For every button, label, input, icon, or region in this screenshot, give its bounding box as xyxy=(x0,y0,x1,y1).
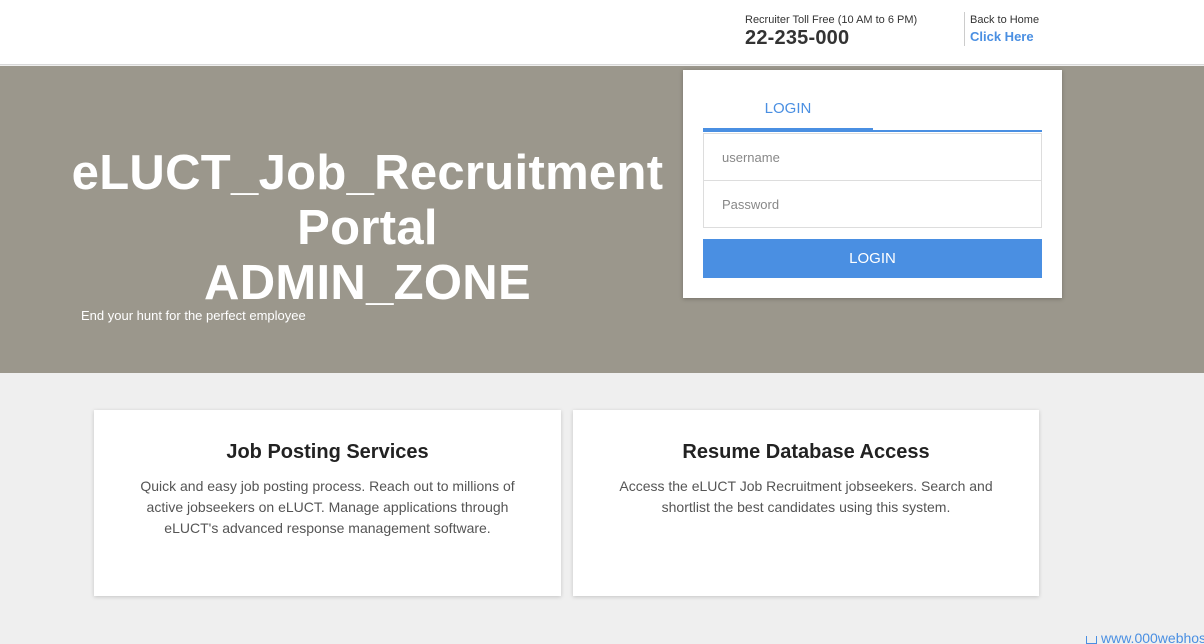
hero-title-line1: eLUCT_Job_Recruitment xyxy=(71,146,664,200)
username-input[interactable] xyxy=(703,133,1042,181)
service-card-description: Access the eLUCT Job Recruitment jobseek… xyxy=(619,478,993,515)
login-panel: LOGIN LOGIN xyxy=(683,70,1062,298)
webhost-icon xyxy=(1086,636,1097,644)
back-home-link[interactable]: Click Here xyxy=(970,27,1039,47)
toll-free-label: Recruiter Toll Free (10 AM to 6 PM) xyxy=(745,14,918,26)
webhost-link-text: www.000webhost.com xyxy=(1101,630,1204,644)
service-card-title: Job Posting Services xyxy=(226,441,429,463)
hero-title: eLUCT_Job_Recruitment Portal ADMIN_ZONE xyxy=(70,146,665,311)
top-header: Recruiter Toll Free (10 AM to 6 PM) 22-2… xyxy=(0,0,1204,65)
password-input[interactable] xyxy=(703,180,1042,228)
service-card-description: Quick and easy job posting process. Reac… xyxy=(140,478,515,536)
back-to-home: Back to Home Click Here xyxy=(970,13,1039,47)
back-home-label: Back to Home xyxy=(970,14,1040,26)
login-button[interactable]: LOGIN xyxy=(703,239,1042,278)
tab-login[interactable]: LOGIN xyxy=(703,90,873,132)
service-card-title: Resume Database Access xyxy=(682,441,930,463)
toll-free-phone: 22-235-000 xyxy=(745,27,850,49)
webhost-link[interactable]: www.000webhost.com xyxy=(1086,630,1204,644)
toll-free-info: Recruiter Toll Free (10 AM to 6 PM) 22-2… xyxy=(745,13,917,49)
service-card-resume-database: Resume Database Access Access the eLUCT … xyxy=(573,410,1039,596)
hero-subtitle: End your hunt for the perfect employee xyxy=(81,308,306,323)
hero-title-line2: Portal xyxy=(297,201,438,255)
header-divider xyxy=(964,12,965,46)
service-card-job-posting: Job Posting Services Quick and easy job … xyxy=(94,410,561,596)
login-tabs: LOGIN xyxy=(703,90,1042,132)
hero-title-line3: ADMIN_ZONE xyxy=(204,256,531,310)
